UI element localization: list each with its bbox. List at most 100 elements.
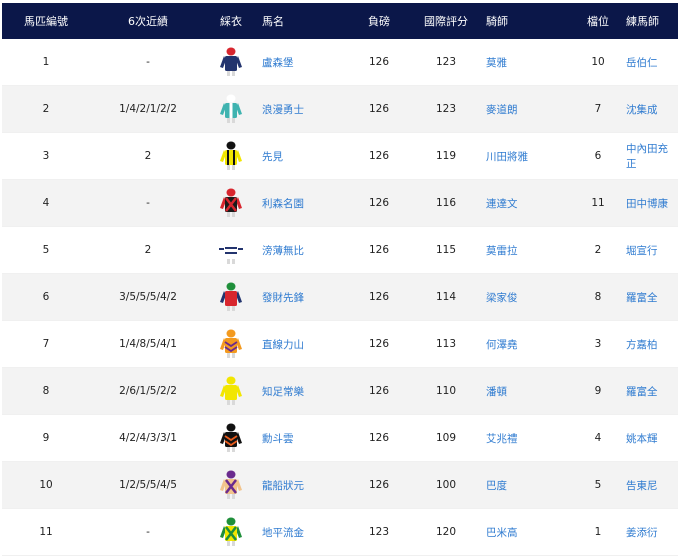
- horse-no: 1: [2, 39, 90, 86]
- racing-silk-icon: [206, 461, 256, 509]
- horse-name-link[interactable]: 龍船狀元: [262, 480, 304, 492]
- horse-name-cell: 勳斗雲: [256, 414, 346, 462]
- table-row: 2 1/4/2/1/2/2 浪漫勇士 126 123 麥道朗 7 沈集成: [2, 85, 678, 133]
- jockey-link[interactable]: 梁家俊: [486, 292, 518, 304]
- trainer-link[interactable]: 岳伯仁: [626, 57, 658, 69]
- horse-name-link[interactable]: 勳斗雲: [262, 433, 294, 445]
- horse-name-link[interactable]: 直線力山: [262, 339, 304, 351]
- weight: 126: [346, 273, 412, 321]
- horse-no: 4: [2, 179, 90, 227]
- rating: 116: [412, 179, 480, 227]
- last-6-runs: 2: [90, 132, 206, 180]
- horse-name-cell: 滂薄無比: [256, 226, 346, 274]
- jockey-link[interactable]: 連達文: [486, 198, 518, 210]
- weight: 126: [346, 414, 412, 462]
- table-row: 7 1/4/8/5/4/1 直線力山 126 113 何澤堯 3 方嘉柏: [2, 320, 678, 368]
- racing-silk-icon: [206, 367, 256, 415]
- header-horse-no: 馬匹編號: [2, 3, 90, 39]
- jockey-link[interactable]: 巴度: [486, 480, 507, 492]
- table-row: 4- 利森名園 126 116 連達文 11 田中博康: [2, 179, 678, 227]
- jockey-link[interactable]: 莫雷拉: [486, 245, 518, 257]
- jockey-cell: 川田將雅: [480, 132, 576, 180]
- header-rating: 國際評分: [412, 3, 480, 39]
- horse-no: 5: [2, 226, 90, 274]
- jockey-link[interactable]: 何澤堯: [486, 339, 518, 351]
- header-weight: 負磅: [346, 3, 412, 39]
- horse-no: 8: [2, 367, 90, 415]
- draw: 9: [576, 367, 620, 415]
- horse-no: 3: [2, 132, 90, 180]
- draw: 4: [576, 414, 620, 462]
- horse-no: 2: [2, 85, 90, 133]
- horse-name-link[interactable]: 盧森堡: [262, 57, 294, 69]
- trainer-link[interactable]: 田中博康: [626, 198, 668, 210]
- rating: 114: [412, 273, 480, 321]
- horse-no: 6: [2, 273, 90, 321]
- race-card-table: 馬匹編號 6次近績 綵衣 馬名 負磅 國際評分 騎師 檔位 練馬師 1 - 盧森堡 1…: [2, 3, 678, 556]
- trainer-cell: 姜添衍: [620, 508, 678, 556]
- rating: 110: [412, 367, 480, 415]
- trainer-cell: 堀宣行: [620, 226, 678, 274]
- trainer-link[interactable]: 羅富全: [626, 386, 658, 398]
- jockey-cell: 艾兆禮: [480, 414, 576, 462]
- racing-silk-icon: [206, 179, 256, 227]
- last-6-runs: 3/5/5/5/4/2: [90, 273, 206, 321]
- trainer-link[interactable]: 堀宣行: [626, 245, 658, 257]
- weight: 126: [346, 367, 412, 415]
- horse-name-link[interactable]: 浪漫勇士: [262, 104, 304, 116]
- trainer-cell: 岳伯仁: [620, 39, 678, 86]
- header-row: 馬匹編號 6次近績 綵衣 馬名 負磅 國際評分 騎師 檔位 練馬師: [2, 3, 678, 39]
- weight: 126: [346, 226, 412, 274]
- table-row: 9 4/2/4/3/3/1 勳斗雲 126 109 艾兆禮 4 姚本輝: [2, 414, 678, 462]
- jockey-link[interactable]: 麥道朗: [486, 104, 518, 116]
- weight: 126: [346, 179, 412, 227]
- horse-no: 11: [2, 508, 90, 556]
- table-row: 8 2/6/1/5/2/2 知足常樂 126 110 潘頓 9 羅富全: [2, 367, 678, 415]
- jockey-link[interactable]: 川田將雅: [486, 151, 528, 163]
- trainer-cell: 姚本輝: [620, 414, 678, 462]
- draw: 11: [576, 179, 620, 227]
- last-6-runs: 2/6/1/5/2/2: [90, 367, 206, 415]
- jockey-cell: 何澤堯: [480, 320, 576, 368]
- weight: 123: [346, 508, 412, 556]
- trainer-link[interactable]: 姚本輝: [626, 433, 658, 445]
- rating: 113: [412, 320, 480, 368]
- trainer-cell: 告東尼: [620, 461, 678, 509]
- horse-name-link[interactable]: 滂薄無比: [262, 245, 304, 257]
- jockey-link[interactable]: 艾兆禮: [486, 433, 518, 445]
- header-horse: 馬名: [256, 3, 346, 39]
- draw: 7: [576, 85, 620, 133]
- header-last6: 6次近績: [90, 3, 206, 39]
- horse-name-cell: 知足常樂: [256, 367, 346, 415]
- trainer-link[interactable]: 中內田充正: [626, 143, 668, 170]
- racing-silk-icon: [206, 273, 256, 321]
- trainer-cell: 田中博康: [620, 179, 678, 227]
- trainer-link[interactable]: 告東尼: [626, 480, 658, 492]
- trainer-link[interactable]: 羅富全: [626, 292, 658, 304]
- trainer-link[interactable]: 姜添衍: [626, 527, 658, 539]
- trainer-link[interactable]: 沈集成: [626, 104, 658, 116]
- last-6-runs: 1/2/5/5/4/5: [90, 461, 206, 509]
- horse-name-cell: 盧森堡: [256, 39, 346, 86]
- horse-name-cell: 地平流金: [256, 508, 346, 556]
- weight: 126: [346, 132, 412, 180]
- draw: 2: [576, 226, 620, 274]
- horse-name-link[interactable]: 利森名園: [262, 198, 304, 210]
- jockey-link[interactable]: 巴米高: [486, 527, 518, 539]
- last-6-runs: 1/4/8/5/4/1: [90, 320, 206, 368]
- last-6-runs: 1/4/2/1/2/2: [90, 85, 206, 133]
- last-6-runs: -: [90, 508, 206, 556]
- rating: 123: [412, 39, 480, 86]
- draw: 6: [576, 132, 620, 180]
- horse-name-link[interactable]: 發財先鋒: [262, 292, 304, 304]
- trainer-link[interactable]: 方嘉柏: [626, 339, 658, 351]
- horse-name-link[interactable]: 知足常樂: [262, 386, 304, 398]
- trainer-cell: 羅富全: [620, 367, 678, 415]
- racing-silk-icon: [206, 508, 256, 556]
- jockey-link[interactable]: 莫雅: [486, 57, 507, 69]
- horse-name-link[interactable]: 地平流金: [262, 527, 304, 539]
- trainer-cell: 羅富全: [620, 273, 678, 321]
- jockey-link[interactable]: 潘頓: [486, 386, 507, 398]
- horse-name-link[interactable]: 先見: [262, 151, 283, 163]
- trainer-cell: 方嘉柏: [620, 320, 678, 368]
